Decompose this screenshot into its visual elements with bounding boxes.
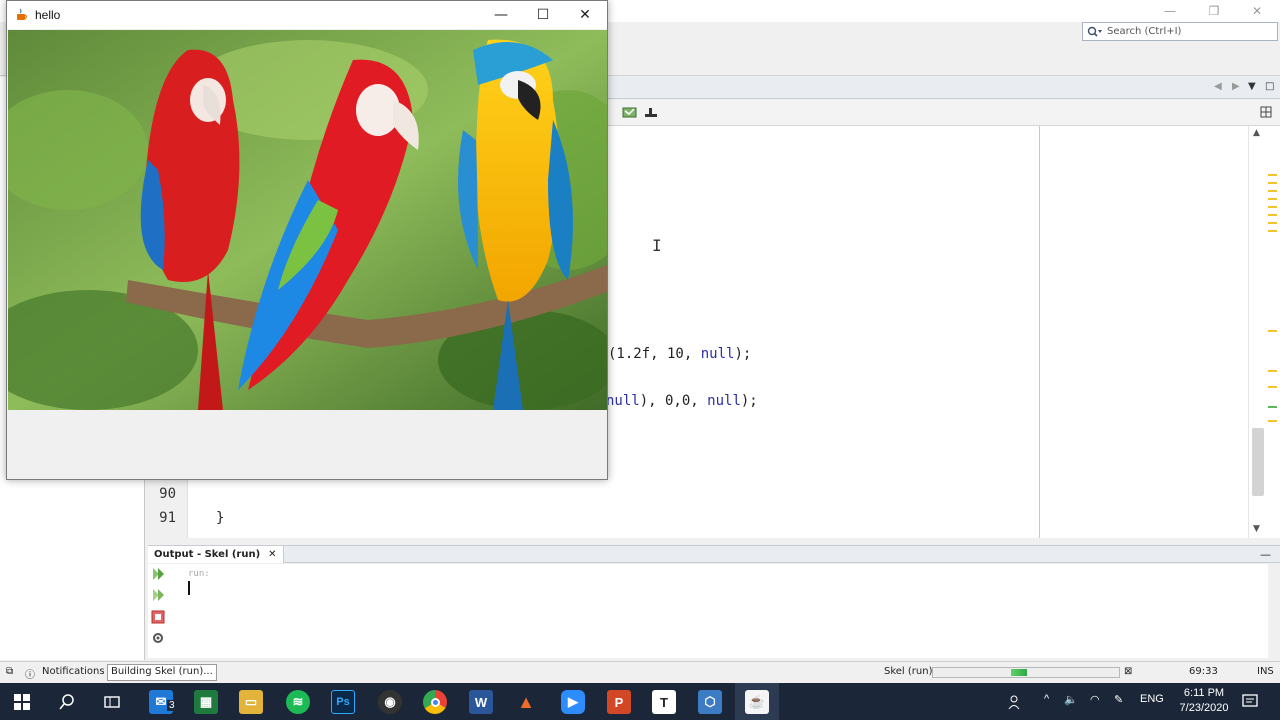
mouse-ibeam-cursor-icon: I: [652, 236, 662, 255]
ide-close-button[interactable]: ✕: [1243, 2, 1271, 20]
java-frame-window: hello — ☐ ✕: [6, 0, 608, 480]
system-clock[interactable]: 6:11 PM 7/23/2020: [1176, 686, 1232, 716]
warning-marker[interactable]: [1268, 182, 1277, 184]
ide-minimize-button[interactable]: —: [1156, 2, 1184, 20]
zoom-icon[interactable]: ▶: [561, 690, 585, 714]
code-line-closing-brace: }: [216, 510, 225, 526]
word-icon[interactable]: W: [469, 690, 493, 714]
close-output-tab-icon[interactable]: ✕: [268, 549, 276, 560]
change-marker[interactable]: [1268, 406, 1277, 408]
typora-icon[interactable]: T: [652, 690, 676, 714]
excel-icon[interactable]: ▦: [194, 690, 218, 714]
scroll-down-icon[interactable]: ▼: [1253, 524, 1260, 534]
console-caret: [188, 581, 190, 595]
windows-start-icon[interactable]: [14, 694, 30, 710]
console-run-text: run:: [188, 569, 210, 579]
java-frame-titlebar[interactable]: hello — ☐ ✕: [7, 1, 607, 29]
parrots-image: [8, 30, 607, 410]
status-bar: ⧉ ⓘ Notifications Building Skel (run)...…: [0, 661, 1280, 683]
line-number: 90: [159, 486, 176, 502]
warning-marker[interactable]: [1268, 174, 1277, 176]
toggle-comment-icon[interactable]: [622, 105, 638, 119]
clock-date: 7/23/2020: [1179, 702, 1229, 714]
ide-restore-button[interactable]: ❐: [1200, 2, 1228, 20]
code-line: null), 0,0, null);: [606, 393, 758, 409]
chrome-icon[interactable]: [423, 690, 447, 714]
search-icon[interactable]: [59, 694, 75, 710]
frame-minimize-button[interactable]: —: [481, 5, 521, 25]
scrollbar-thumb[interactable]: [1252, 428, 1264, 496]
restore-window-icon[interactable]: ⧉: [6, 666, 13, 677]
warning-marker[interactable]: [1268, 386, 1277, 388]
windows-taskbar: ✉ 3 ▦ ▭ ≋ Ps ◉ W ▲ ▶ P T ⬡ ☕ ^ 🔈 ◠ ✎ ENG…: [0, 683, 1280, 720]
virtualbox-icon[interactable]: ⬡: [698, 690, 722, 714]
frame-close-button[interactable]: ✕: [565, 5, 605, 25]
warning-marker[interactable]: [1268, 370, 1277, 372]
powerpoint-icon[interactable]: P: [607, 690, 631, 714]
rerun-icon[interactable]: [151, 567, 165, 581]
error-stripe[interactable]: [1266, 126, 1280, 538]
input-language[interactable]: ENG: [1140, 693, 1164, 705]
photoshop-icon[interactable]: Ps: [331, 690, 355, 714]
tab-list-dropdown-icon[interactable]: ▼: [1248, 81, 1256, 92]
frame-maximize-button[interactable]: ☐: [523, 5, 563, 25]
task-view-icon[interactable]: [104, 694, 120, 710]
clock-time: 6:11 PM: [1183, 687, 1225, 699]
warning-marker[interactable]: [1268, 214, 1277, 216]
right-margin-guide: [1039, 126, 1040, 538]
media-player-icon[interactable]: ◉: [378, 690, 402, 714]
caret-position: 69:33: [1189, 666, 1218, 677]
warning-marker[interactable]: [1268, 330, 1277, 332]
volume-icon[interactable]: 🔈: [1064, 693, 1078, 706]
stop-icon[interactable]: [151, 610, 165, 624]
search-icon: [1087, 26, 1102, 37]
scroll-up-icon[interactable]: ▲: [1253, 128, 1260, 138]
tab-scroll-right-icon[interactable]: ▶: [1232, 81, 1240, 92]
insert-mode: INS: [1257, 666, 1274, 677]
editor-vertical-scrollbar[interactable]: ▲ ▼: [1248, 126, 1266, 538]
split-editor-icon[interactable]: [1260, 106, 1272, 118]
search-placeholder: Search (Ctrl+I): [1107, 26, 1182, 37]
output-tab[interactable]: Output - Skel (run) ✕: [148, 546, 284, 563]
project-run-label: Skel (run): [884, 666, 933, 677]
output-console[interactable]: [148, 564, 1268, 658]
pen-ink-icon[interactable]: ✎: [1114, 693, 1123, 706]
notifications-label[interactable]: Notifications: [42, 666, 105, 677]
minimize-output-icon[interactable]: —: [1260, 548, 1271, 561]
show-hidden-icons-icon[interactable]: ^: [1044, 693, 1049, 705]
cancel-task-icon[interactable]: ⊠: [1124, 666, 1132, 677]
java-icon[interactable]: ☕: [745, 690, 769, 714]
warning-marker[interactable]: [1268, 206, 1277, 208]
rerun-with-params-icon[interactable]: [151, 588, 165, 602]
output-settings-icon[interactable]: [151, 631, 165, 645]
build-task-status[interactable]: Building Skel (run)...: [107, 664, 217, 681]
warning-marker[interactable]: [1268, 222, 1277, 224]
inkscape-icon[interactable]: ▲: [514, 690, 538, 714]
people-icon[interactable]: [1008, 694, 1024, 710]
warning-marker[interactable]: [1268, 420, 1277, 422]
build-task-label: Building Skel (run)...: [111, 666, 213, 677]
search-field[interactable]: Search (Ctrl+I): [1082, 22, 1278, 41]
build-progress-bar: [932, 667, 1120, 678]
wifi-icon[interactable]: ◠: [1090, 693, 1100, 706]
warning-marker[interactable]: [1268, 198, 1277, 200]
warning-marker[interactable]: [1268, 230, 1277, 232]
tab-scroll-left-icon[interactable]: ◀: [1214, 81, 1222, 92]
code-line: (1.2f, 10, null);: [608, 346, 752, 362]
java-frame-title: hello: [35, 8, 61, 22]
uncomment-icon[interactable]: [644, 106, 658, 118]
output-panel-header: Output - Skel (run) ✕ —: [148, 545, 1280, 563]
mail-badge: 3: [167, 700, 177, 711]
warning-marker[interactable]: [1268, 190, 1277, 192]
maximize-editor-icon[interactable]: □: [1265, 81, 1274, 92]
notifications-icon[interactable]: ⓘ: [25, 666, 35, 681]
spotify-icon[interactable]: ≋: [286, 690, 310, 714]
action-center-icon[interactable]: [1242, 693, 1258, 709]
java-cup-icon: [17, 8, 27, 20]
progress-indicator: [1011, 669, 1027, 676]
output-tab-label: Output - Skel (run): [154, 549, 261, 560]
file-explorer-icon[interactable]: ▭: [239, 690, 263, 714]
line-number: 91: [159, 510, 176, 526]
